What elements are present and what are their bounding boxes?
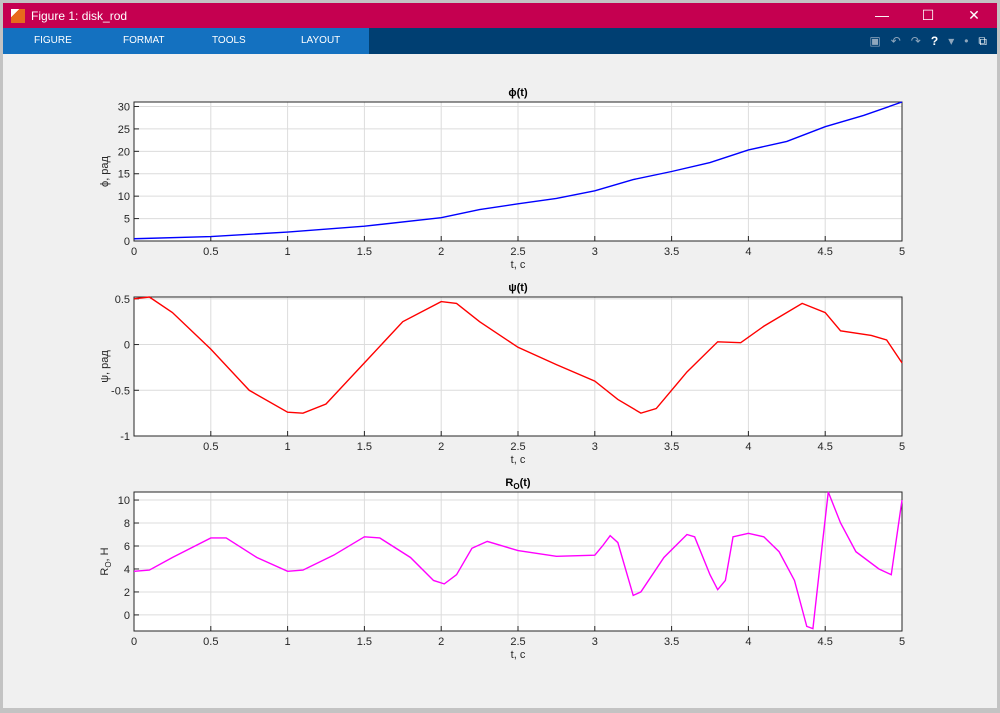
x-tick-label: 4 [745,636,751,648]
y-tick-label: 5 [124,214,130,226]
title-suffix: (t) [520,477,531,489]
x-tick-label: 0 [131,246,137,258]
x-label: t, c [511,454,526,466]
axes-title: ψ(t) [508,282,528,294]
window-title: Figure 1: disk_rod [31,8,128,23]
y-tick-label: 0.5 [115,294,130,306]
y-tick-label: -0.5 [111,385,130,397]
matlab-icon [11,8,25,23]
x-tick-label: 4 [745,441,751,453]
x-tick-label: 3.5 [664,636,679,648]
x-tick-label: 4.5 [818,246,833,258]
y-tick-label: 2 [124,587,130,599]
x-tick-label: 0.5 [203,441,218,453]
minimize-button[interactable]: — [859,7,905,24]
x-tick-label: 3.5 [664,246,679,258]
y-tick-label: 10 [118,495,130,507]
x-tick-label: 4 [745,246,751,258]
y-tick-label: 10 [118,191,130,203]
tab-figure[interactable]: FIGURE [3,28,92,54]
y-tick-label: 6 [124,541,130,553]
axes-title: RO(t) [505,477,531,491]
x-tick-label: 3 [592,441,598,453]
x-label: t, c [511,259,526,271]
x-tick-label: 1.5 [357,636,372,648]
undock-icon[interactable]: ⧉ [978,34,987,49]
save-icon[interactable]: ▣ [869,34,880,49]
toolstrip: FIGURE FORMAT TOOLS LAYOUT ▣ ↶ ↷ ? ▾ • ⧉ [3,28,997,54]
x-label: t, c [511,649,526,661]
y-tick-label: 4 [124,564,130,576]
x-tick-label: 3 [592,636,598,648]
x-tick-label: 2 [438,636,444,648]
x-tick-label: 2.5 [510,441,525,453]
y-tick-label: 15 [118,169,130,181]
axes-1: 0 0.5 1 1.5 2 2.5 3 3.5 4 4.5 5 0 5 10 15 20 25 30 ϕ(t) t, … [99,87,905,271]
x-tick-label: 0.5 [203,636,218,648]
x-tick-label: 2 [438,441,444,453]
x-tick-label: 1 [285,636,291,648]
x-tick-label: 2 [438,246,444,258]
x-tick-label: 3.5 [664,441,679,453]
y-tick-label: 0 [124,610,130,622]
x-tick-label: 1 [285,246,291,258]
x-tick-label: 1.5 [357,441,372,453]
y-label: ϕ, рад [99,155,111,187]
x-tick-label: 1 [285,441,291,453]
title-bar: Figure 1: disk_rod — ☐ ✕ [3,3,997,28]
y-label: ψ, рад [99,350,111,383]
pin-icon[interactable]: • [964,34,968,49]
x-tick-label: 1.5 [357,246,372,258]
x-tick-label: 3 [592,246,598,258]
tab-layout[interactable]: LAYOUT [270,28,359,54]
help-icon[interactable]: ? [931,34,938,49]
tab-tools[interactable]: TOOLS [181,28,270,54]
tab-format[interactable]: FORMAT [92,28,181,54]
y-tick-label: 8 [124,518,130,530]
axes-3: 0 0.5 1 1.5 2 2.5 3 3.5 4 4.5 5 0 2 4 6 8 10 RO(t) t, c RO,… [99,477,905,661]
maximize-button[interactable]: ☐ [905,7,951,24]
y-tick-label: 20 [118,146,130,158]
x-tick-label: 5 [899,246,905,258]
figure-canvas: 0 0.5 1 1.5 2 2.5 3 3.5 4 4.5 5 0 5 10 15 20 25 30 ϕ(t) t, … [3,54,997,708]
x-tick-label: 4.5 [818,441,833,453]
undo-icon[interactable]: ↶ [891,34,901,49]
axes-2: 0.5 1 1.5 2 2.5 3 3.5 4 4.5 5 -1 -0.5 0 0.5 ψ(t) t, c ψ,… [99,282,905,466]
x-tick-label: 0 [131,636,137,648]
axes-title: ϕ(t) [508,87,528,99]
y-label: RO, H [99,547,113,575]
x-tick-label: 2.5 [510,246,525,258]
y-tick-label: 0 [124,340,130,352]
redo-icon[interactable]: ↷ [911,34,921,49]
x-tick-label: 5 [899,636,905,648]
y-tick-label: 25 [118,124,130,136]
y-tick-label: 30 [118,101,130,113]
x-tick-label: 0.5 [203,246,218,258]
dropdown-icon[interactable]: ▾ [948,34,954,49]
x-tick-label: 4.5 [818,636,833,648]
plots: 0 0.5 1 1.5 2 2.5 3 3.5 4 4.5 5051015202530ϕ(t)t, … [99,87,905,661]
x-tick-label: 2.5 [510,636,525,648]
x-tick-label: 5 [899,441,905,453]
y-tick-label: 0 [124,236,130,248]
close-button[interactable]: ✕ [951,7,997,24]
ylabel-suffix: , H [99,547,111,561]
figure-window: Figure 1: disk_rod — ☐ ✕ FIGURE FORMAT T… [3,3,997,708]
y-tick-label: -1 [120,431,130,443]
